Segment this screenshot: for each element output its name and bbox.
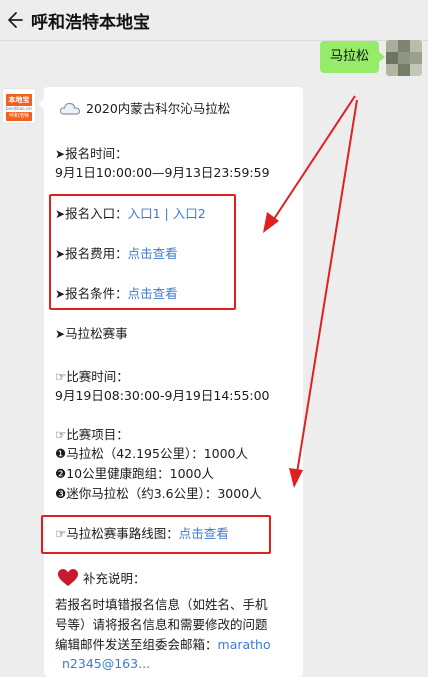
- avatar-city-text: 呼和浩特: [6, 112, 32, 121]
- section-title-marathon: ➤马拉松赛事: [55, 326, 128, 341]
- event-item: ❸迷你马拉松（约3.6公里）：3000人: [55, 486, 262, 501]
- note-line-email: 编辑邮件发送至组委会邮箱：maratho: [55, 637, 271, 652]
- email-link-continuation[interactable]: n2345@163...: [62, 656, 150, 672]
- chat-header: 呼和浩特本地宝: [0, 0, 428, 41]
- highlight-box-registration: [49, 194, 236, 310]
- pointing-hand-icon: ☞: [55, 369, 67, 384]
- message-title: 2020内蒙古科尔沁马拉松: [86, 101, 231, 116]
- email-link[interactable]: maratho: [218, 637, 271, 652]
- bendibao-avatar[interactable]: 本地宝 bendibao.com 呼和浩特: [2, 88, 36, 124]
- event-item: ❶马拉松（42.195公里）：1000人: [55, 446, 249, 461]
- chat-title: 呼和浩特本地宝: [31, 13, 150, 33]
- arrow-bullet-icon: ➤: [55, 327, 66, 341]
- back-arrow-icon[interactable]: [3, 8, 25, 32]
- cloud-icon: [59, 101, 81, 116]
- note-label: 补充说明：: [83, 571, 146, 586]
- race-time-value: 9月19日08:30:00-9月19日14:55:00: [55, 388, 270, 403]
- event-item: ❷10公里健康跑组：1000人: [55, 466, 214, 481]
- registration-time-value: 9月1日10:00:00—9月13日23:59:59: [55, 165, 270, 180]
- sent-message-bubble[interactable]: 马拉松: [320, 41, 386, 73]
- registration-time-label: ➤报名时间：: [55, 146, 128, 161]
- events-label: ☞比赛项目：: [55, 427, 129, 442]
- note-line: 号等）请将报名信息和需要修改的问题: [55, 617, 268, 632]
- avatar-logo-text: 本地宝: [6, 94, 32, 106]
- user-avatar[interactable]: [386, 40, 422, 76]
- heart-icon: [57, 568, 79, 588]
- pointing-hand-icon: ☞: [55, 427, 67, 442]
- highlight-box-route: [41, 515, 271, 554]
- sent-message-text: 马拉松: [330, 49, 370, 64]
- arrow-bullet-icon: ➤: [55, 147, 66, 161]
- race-time-label: ☞比赛时间：: [55, 369, 129, 384]
- note-line: 若报名时填错报名信息（如姓名、手机: [55, 597, 268, 612]
